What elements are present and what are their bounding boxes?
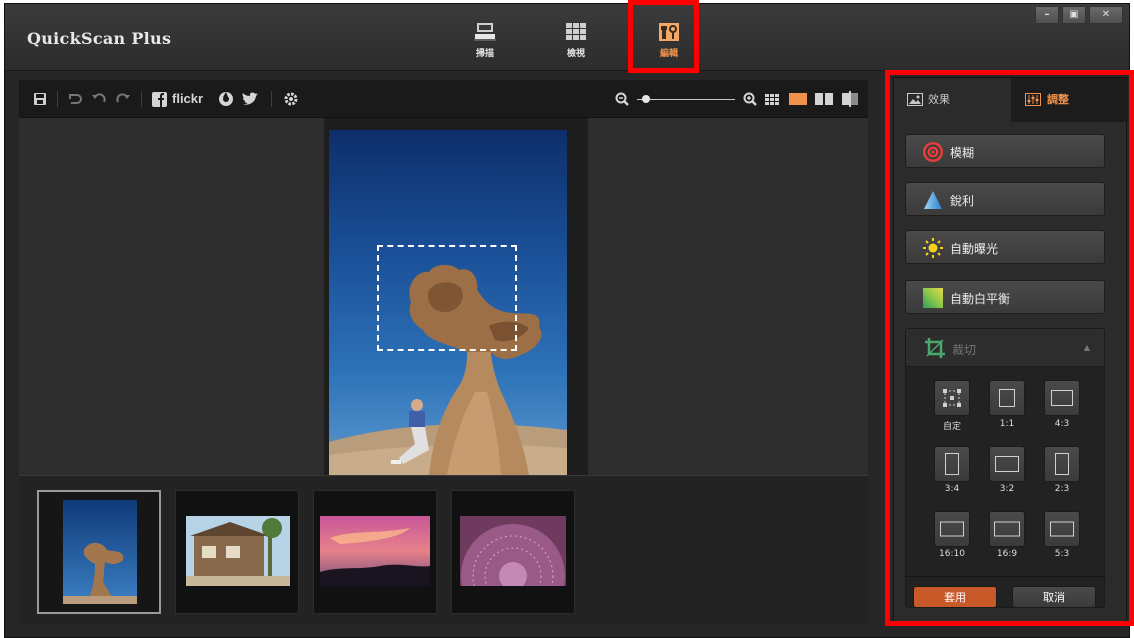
crop-ratio-5-3[interactable] bbox=[1044, 511, 1080, 547]
ratio-shape bbox=[1050, 521, 1074, 537]
crop-ratio-3-4[interactable] bbox=[934, 446, 970, 482]
crop-selection-rectangle[interactable] bbox=[377, 245, 517, 351]
tab-scan[interactable]: 掃描 bbox=[463, 22, 507, 66]
crop-ratio-label: 3:2 bbox=[999, 484, 1015, 494]
toolbar-divider bbox=[271, 91, 272, 107]
ratio-shape bbox=[1051, 390, 1073, 406]
ratio-shape bbox=[1055, 453, 1069, 475]
thumbnail-image-rock bbox=[63, 500, 137, 604]
zoom-slider-handle[interactable] bbox=[641, 95, 650, 103]
settings-icon[interactable] bbox=[283, 91, 299, 107]
ratio-shape bbox=[994, 521, 1020, 537]
highlight-box-edit-tab bbox=[628, 0, 699, 73]
sharpen-button[interactable]: 銳利 bbox=[905, 182, 1105, 216]
auto-exposure-label: 自動曝光 bbox=[950, 242, 999, 256]
crop-ratio-label: 5:3 bbox=[1054, 549, 1070, 559]
tab-adjust[interactable]: 調整 bbox=[1011, 78, 1128, 122]
sharpen-label: 銳利 bbox=[950, 194, 975, 208]
grid-view-icon bbox=[566, 23, 586, 40]
thumbnail-item[interactable] bbox=[37, 490, 161, 614]
image-effect-icon bbox=[907, 93, 923, 106]
twitter-icon[interactable] bbox=[241, 91, 259, 107]
side-by-side-icon[interactable] bbox=[815, 91, 833, 107]
crop-ratio-16-9[interactable] bbox=[989, 511, 1025, 547]
sun-exposure-icon bbox=[923, 238, 943, 258]
adjust-sliders-icon bbox=[1025, 93, 1041, 106]
thumbnail-image-house bbox=[186, 516, 290, 586]
crop-ratio-1-1[interactable] bbox=[989, 380, 1025, 416]
toolbar-divider bbox=[141, 91, 142, 107]
crop-ratio-label: 1:1 bbox=[999, 419, 1015, 429]
thumbnail-image-flower bbox=[460, 516, 566, 586]
toolbar-divider bbox=[57, 91, 58, 107]
adjust-panel: 效果 調整 模糊 銳利 自動曝光 自動白平衡 裁切 ▲ 自定 1:1 4:3 3… bbox=[893, 77, 1128, 625]
blur-label: 模糊 bbox=[950, 146, 975, 160]
app-title: QuickScan Plus bbox=[27, 29, 172, 48]
undo-all-icon[interactable] bbox=[67, 91, 83, 107]
single-view-icon[interactable] bbox=[789, 91, 807, 107]
thumbnail-image-sunset bbox=[320, 516, 430, 586]
ratio-shape bbox=[995, 456, 1019, 472]
crop-ratio-4-3[interactable] bbox=[1044, 380, 1080, 416]
white-balance-icon bbox=[923, 288, 943, 308]
crop-icon bbox=[925, 338, 945, 358]
facebook-icon[interactable] bbox=[152, 91, 167, 107]
panel-tabs: 效果 調整 bbox=[894, 78, 1128, 122]
auto-exposure-button[interactable]: 自動曝光 bbox=[905, 230, 1105, 264]
crop-ratio-3-2[interactable] bbox=[989, 446, 1025, 482]
blur-button[interactable]: 模糊 bbox=[905, 134, 1105, 168]
free-crop-icon bbox=[943, 389, 961, 407]
action-divider bbox=[905, 576, 1105, 577]
image-toolbar: flickr bbox=[19, 80, 868, 118]
scanner-icon bbox=[474, 23, 496, 41]
tab-view-label: 檢視 bbox=[566, 49, 585, 59]
crop-header[interactable]: 裁切 ▲ bbox=[906, 329, 1104, 367]
flickr-icon[interactable]: flickr bbox=[172, 91, 203, 107]
grid-layout-icon[interactable] bbox=[765, 91, 780, 107]
thumbnail-strip bbox=[19, 475, 868, 625]
sharpen-triangle-icon bbox=[924, 191, 942, 209]
crop-ratio-label: 16:10 bbox=[939, 549, 965, 559]
tab-view[interactable]: 檢視 bbox=[554, 22, 598, 66]
collapse-caret-icon[interactable]: ▲ bbox=[1084, 343, 1090, 352]
redo-icon[interactable] bbox=[115, 91, 131, 107]
thumbnail-item[interactable] bbox=[175, 490, 299, 614]
split-compare-icon[interactable] bbox=[842, 91, 858, 107]
cancel-button[interactable]: 取消 bbox=[1012, 586, 1096, 608]
save-icon[interactable] bbox=[33, 91, 47, 107]
crop-ratio-label: 16:9 bbox=[996, 549, 1018, 559]
close-button[interactable]: ✕ bbox=[1089, 6, 1123, 24]
tab-scan-label: 掃描 bbox=[475, 49, 494, 59]
minimize-button[interactable]: – bbox=[1035, 6, 1059, 24]
crop-ratio-label: 3:4 bbox=[944, 484, 960, 494]
zoom-out-icon[interactable] bbox=[615, 91, 630, 107]
auto-white-balance-label: 自動白平衡 bbox=[950, 292, 1011, 306]
ratio-shape bbox=[940, 521, 964, 537]
image-preview-area bbox=[19, 118, 868, 475]
crop-label: 裁切 bbox=[952, 343, 977, 357]
tab-adjust-label: 調整 bbox=[1047, 93, 1069, 106]
zoom-in-icon[interactable] bbox=[743, 91, 758, 107]
picasa-icon[interactable] bbox=[218, 91, 234, 107]
blur-target-icon bbox=[923, 142, 943, 162]
tab-effects-label: 效果 bbox=[928, 93, 950, 106]
crop-ratio-label: 4:3 bbox=[1054, 419, 1070, 429]
crop-ratio-custom[interactable] bbox=[934, 380, 970, 416]
ratio-shape bbox=[945, 453, 959, 475]
zoom-slider-track[interactable] bbox=[637, 99, 735, 100]
crop-ratio-16-10[interactable] bbox=[934, 511, 970, 547]
auto-white-balance-button[interactable]: 自動白平衡 bbox=[905, 280, 1105, 314]
title-bar: QuickScan Plus 掃描 檢視 編輯 – ▣ ✕ bbox=[5, 4, 1129, 71]
apply-button[interactable]: 套用 bbox=[913, 586, 997, 608]
tab-effects[interactable]: 效果 bbox=[894, 78, 1011, 122]
window-controls: – ▣ ✕ bbox=[1035, 6, 1123, 24]
crop-ratio-2-3[interactable] bbox=[1044, 446, 1080, 482]
thumbnail-item[interactable] bbox=[451, 490, 575, 614]
crop-ratio-label: 自定 bbox=[942, 422, 961, 432]
crop-ratio-label: 2:3 bbox=[1054, 484, 1070, 494]
undo-icon[interactable] bbox=[91, 91, 107, 107]
maximize-button[interactable]: ▣ bbox=[1062, 6, 1086, 24]
ratio-shape bbox=[999, 389, 1015, 407]
thumbnail-item[interactable] bbox=[313, 490, 437, 614]
